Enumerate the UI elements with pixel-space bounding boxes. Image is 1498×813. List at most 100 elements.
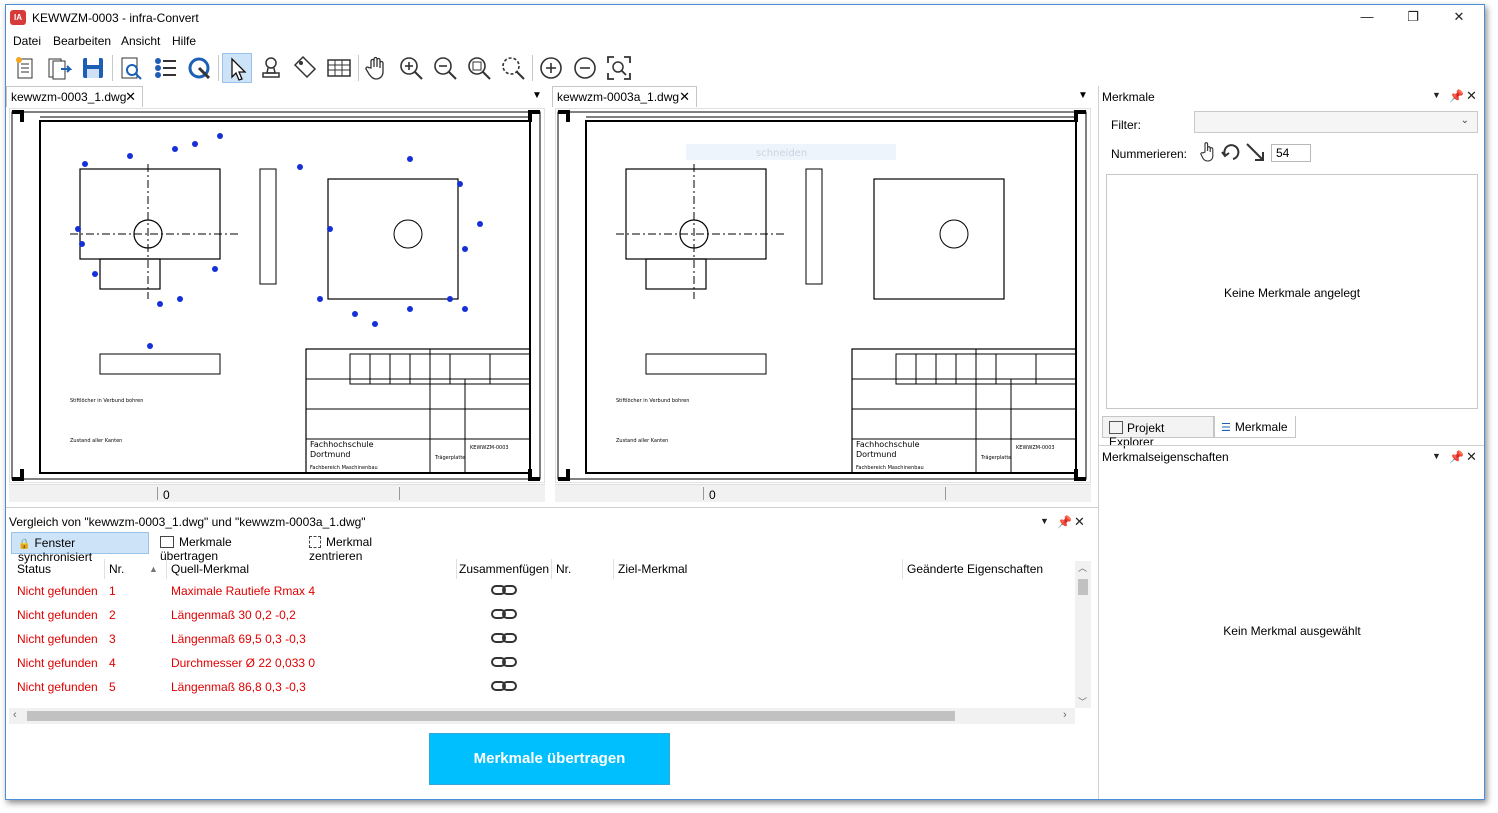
rotate-icon[interactable] (1220, 141, 1242, 163)
pin-icon[interactable]: 📌 (1449, 89, 1464, 103)
tab-projekt-explorer[interactable]: Projekt Explorer (1102, 416, 1214, 449)
close-panel-icon[interactable]: ✕ (1466, 449, 1477, 465)
scroll-thumb[interactable] (27, 711, 955, 721)
merkmale-uebertragen-button[interactable]: Merkmale übertragen (429, 733, 670, 785)
panel-menu-icon[interactable]: ▼ (1040, 516, 1049, 526)
table-icon[interactable] (324, 53, 354, 83)
arrow-diagonal-icon[interactable] (1244, 141, 1266, 163)
col-separator (166, 559, 167, 579)
pin-icon[interactable]: 📌 (1449, 450, 1464, 464)
col-changed-properties[interactable]: Geänderte Eigenschaften (907, 562, 1043, 576)
scroll-down-icon[interactable]: ﹀ (1078, 695, 1087, 708)
stamp-icon[interactable] (256, 53, 286, 83)
tab-document-2[interactable]: kewwzm-0003a_1.dwg ✕ (552, 86, 697, 107)
panel-menu-icon[interactable]: ▼ (1432, 90, 1441, 100)
tab-merkmale[interactable]: ☰ Merkmale (1214, 416, 1296, 438)
sync-window-button[interactable]: 🔒 Fenster synchronisiert (11, 532, 149, 564)
tag-icon[interactable] (290, 53, 320, 83)
row-quell: Durchmesser Ø 22 0,033 0 (171, 656, 316, 670)
chevron-down-icon: ⌄ (1460, 115, 1469, 126)
table-row[interactable]: Nicht gefunden 1 Maximale Rautiefe Rmax … (9, 579, 1079, 603)
close-panel-icon[interactable]: ✕ (1466, 88, 1477, 104)
panel-menu-icon[interactable]: ▼ (1432, 451, 1441, 461)
drawing-canvas-1[interactable]: Fachhochschule Dortmund Fachbereich Masc… (9, 108, 545, 483)
scroll-left-icon[interactable]: ‹ (13, 709, 17, 721)
link-icon[interactable] (491, 654, 517, 673)
pin-icon[interactable]: 📌 (1057, 515, 1072, 529)
menu-datei[interactable]: Datei (13, 34, 41, 48)
project-explorer-icon (1109, 421, 1123, 434)
zoom-out-icon[interactable] (430, 53, 460, 83)
row-nr: 2 (109, 608, 116, 622)
row-nr: 1 (109, 584, 116, 598)
zoom-in-icon[interactable] (396, 53, 426, 83)
filter-select[interactable]: ⌄ (1194, 111, 1478, 133)
drawing-school-text: Fachhochschule (310, 440, 374, 449)
plus-circle-icon[interactable] (536, 53, 566, 83)
grid-vertical-scrollbar[interactable]: ︿ ﹀ (1075, 561, 1091, 708)
menu-ansicht[interactable]: Ansicht (121, 34, 160, 48)
table-row[interactable]: Nicht gefunden 3 Längenmaß 69,5 0,3 -0,3 (9, 627, 1079, 651)
tab-menu-icon[interactable]: ▼ (532, 90, 542, 101)
hand-pointer-icon[interactable] (1198, 141, 1218, 163)
col-ziel-merkmal[interactable]: Ziel-Merkmal (618, 562, 687, 576)
fit-window-icon[interactable] (604, 53, 634, 83)
table-row[interactable]: Nicht gefunden 4 Durchmesser Ø 22 0,033 … (9, 651, 1079, 675)
drawing-code-text: KEWWZM-0003 (1016, 445, 1055, 451)
close-tab-icon[interactable]: ✕ (125, 89, 136, 105)
link-icon[interactable] (491, 582, 517, 601)
link-icon[interactable] (491, 606, 517, 625)
scroll-up-icon[interactable]: ︿ (1078, 561, 1087, 574)
close-panel-icon[interactable]: ✕ (1074, 514, 1085, 530)
center-icon (309, 536, 321, 548)
col-nr-target[interactable]: Nr. (556, 562, 571, 576)
link-icon[interactable] (491, 630, 517, 649)
col-separator (456, 559, 457, 579)
import-icon[interactable] (44, 53, 74, 83)
center-feature-button[interactable]: Merkmal zentrieren (303, 532, 433, 563)
table-row[interactable]: Nicht gefunden 5 Längenmaß 86,8 0,3 -0,3 (9, 675, 1079, 699)
tab-document-1[interactable]: kewwzm-0003_1.dwg ✕ (6, 86, 143, 107)
drawing-canvas-2[interactable]: schneiden Fachhochschule Dortmund Fachbe… (555, 108, 1091, 483)
save-icon[interactable] (78, 53, 108, 83)
technical-drawing-2: schneiden Fachhochschule Dortmund Fachbe… (557, 110, 1087, 481)
row-quell: Längenmaß 86,8 0,3 -0,3 (171, 680, 306, 694)
zoom-area-icon[interactable] (498, 53, 528, 83)
menu-bearbeiten[interactable]: Bearbeiten (53, 34, 111, 48)
minimize-icon[interactable]: — (1344, 5, 1390, 31)
drawing-1-scrollbar[interactable]: 0 (9, 484, 545, 502)
col-zusammenfuegen[interactable]: Zusammenfügen (459, 562, 549, 576)
col-nr[interactable]: Nr. (109, 562, 124, 576)
window-title: KEWWZM-0003 - infra-Convert (32, 11, 199, 25)
number-start-input[interactable]: 54 (1271, 144, 1311, 162)
transfer-features-button[interactable]: Merkmale übertragen (154, 532, 296, 563)
minus-circle-icon[interactable] (570, 53, 600, 83)
tab-menu-icon[interactable]: ▼ (1078, 90, 1088, 101)
hand-icon[interactable] (362, 53, 392, 83)
pointer-icon[interactable] (222, 53, 252, 83)
search-doc-icon[interactable] (116, 53, 146, 83)
scroll-thumb[interactable] (1078, 579, 1088, 595)
restore-icon[interactable]: ❐ (1390, 5, 1436, 31)
drawing-2-scrollbar[interactable]: 0 (555, 484, 1091, 502)
link-icon[interactable] (491, 678, 517, 697)
zoom-fit-icon[interactable] (464, 53, 494, 83)
merkmale-empty-text: Keine Merkmale angelegt (1223, 286, 1361, 300)
list-icon[interactable] (150, 53, 180, 83)
toolbar-separator (532, 55, 533, 81)
table-row[interactable]: Nicht gefunden 2 Längenmaß 30 0,2 -0,2 (9, 603, 1079, 627)
drawing-part-text: Trägerplatte (980, 455, 1011, 461)
drawing-code-text: KEWWZM-0003 (470, 445, 509, 451)
grid-horizontal-scrollbar[interactable]: ‹ › (9, 708, 1075, 724)
col-status[interactable]: Status (17, 562, 51, 576)
properties-empty-text: Kein Merkmal ausgewählt (1223, 624, 1361, 638)
close-tab-icon[interactable]: ✕ (679, 89, 690, 105)
toolbar-separator (112, 55, 113, 81)
col-quell-merkmal[interactable]: Quell-Merkmal (171, 562, 249, 576)
filter-label: Filter: (1111, 118, 1141, 132)
menu-hilfe[interactable]: Hilfe (172, 34, 196, 48)
close-icon[interactable]: ✕ (1436, 5, 1482, 31)
scroll-right-icon[interactable]: › (1063, 709, 1067, 721)
new-doc-icon[interactable] (10, 53, 40, 83)
settings-wrench-icon[interactable] (184, 53, 214, 83)
